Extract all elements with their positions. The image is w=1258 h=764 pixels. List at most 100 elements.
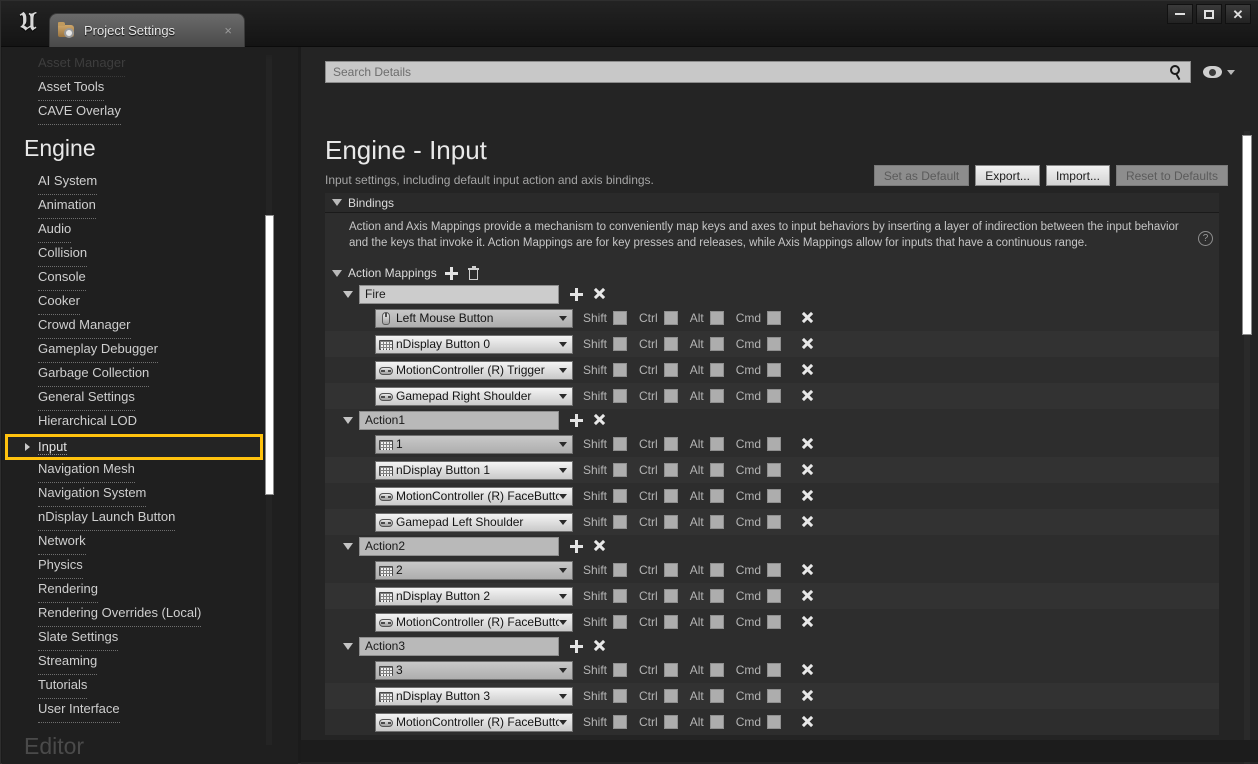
remove-key-binding-icon[interactable] [801,438,813,450]
delete-all-mappings-icon[interactable] [467,265,479,280]
modifier-checkbox-ctrl[interactable] [663,437,678,451]
sidebar-item-navigation-mesh[interactable]: Navigation Mesh [38,461,135,483]
chevron-down-icon[interactable] [559,693,567,699]
chevron-right-icon[interactable] [25,443,30,451]
sidebar-item-collision[interactable]: Collision [38,245,88,267]
modifier-checkbox-cmd[interactable] [767,311,782,325]
bindings-category-header[interactable]: Bindings [325,193,1219,213]
add-key-binding-icon[interactable] [570,539,583,553]
tab-close-icon[interactable]: × [220,23,236,38]
modifier-checkbox-ctrl[interactable] [663,389,678,403]
add-key-binding-icon[interactable] [570,287,583,301]
modifier-checkbox-ctrl[interactable] [663,463,678,477]
modifier-checkbox-shift[interactable] [613,311,628,325]
key-select[interactable]: MotionController (R) Trigger [375,360,573,380]
add-action-mapping-icon[interactable] [444,266,458,280]
sidebar-item-animation[interactable]: Animation [38,197,96,219]
sidebar-item-rendering-overrides-local[interactable]: Rendering Overrides (Local) [38,605,202,627]
sidebar-item-input[interactable]: Input [5,434,263,460]
import-button[interactable]: Import... [1045,165,1110,186]
expand-triangle-icon[interactable] [332,199,342,206]
modifier-checkbox-shift[interactable] [613,337,628,351]
modifier-checkbox-cmd[interactable] [767,589,782,603]
modifier-checkbox-ctrl[interactable] [663,589,678,603]
sidebar-item-cave-overlay[interactable]: CAVE Overlay [38,103,121,125]
modifier-checkbox-alt[interactable] [709,563,724,577]
key-select[interactable]: Gamepad Right Shoulder [375,386,573,406]
key-select[interactable]: Gamepad Left Shoulder [375,512,573,532]
action-name-input[interactable]: Action1 [359,410,559,430]
modifier-checkbox-cmd[interactable] [767,515,782,529]
details-scrollbar-thumb[interactable] [1242,135,1252,335]
modifier-checkbox-ctrl[interactable] [663,689,678,703]
key-select[interactable]: nDisplay Button 0 [375,334,573,354]
modifier-checkbox-cmd[interactable] [767,363,782,377]
modifier-checkbox-alt[interactable] [709,337,724,351]
modifier-checkbox-shift[interactable] [613,363,628,377]
modifier-checkbox-cmd[interactable] [767,663,782,677]
chevron-down-icon[interactable] [559,719,567,725]
remove-key-binding-icon[interactable] [801,490,813,502]
help-icon[interactable]: ? [1198,231,1213,246]
modifier-checkbox-alt[interactable] [709,463,724,477]
modifier-checkbox-shift[interactable] [613,437,628,451]
sidebar-item-general-settings[interactable]: General Settings [38,389,135,411]
modifier-checkbox-shift[interactable] [613,463,628,477]
modifier-checkbox-ctrl[interactable] [663,563,678,577]
key-select[interactable]: Left Mouse Button [375,308,573,328]
modifier-checkbox-alt[interactable] [709,663,724,677]
modifier-checkbox-ctrl[interactable] [663,663,678,677]
search-icon[interactable] [1168,64,1184,81]
sidebar-item-rendering[interactable]: Rendering [38,581,98,603]
chevron-down-icon[interactable] [559,367,567,373]
chevron-down-icon[interactable] [559,519,567,525]
sidebar-item-gameplay-debugger[interactable]: Gameplay Debugger [38,341,158,363]
expand-triangle-icon[interactable] [343,542,353,550]
modifier-checkbox-alt[interactable] [709,311,724,325]
action-name-input[interactable]: Action3 [359,636,559,656]
export-button[interactable]: Export... [975,165,1040,186]
chevron-down-icon[interactable] [559,441,567,447]
chevron-down-icon[interactable] [559,315,567,321]
sidebar-item-network[interactable]: Network [38,533,86,555]
maximize-button[interactable] [1196,4,1222,24]
modifier-checkbox-cmd[interactable] [767,437,782,451]
modifier-checkbox-shift[interactable] [613,589,628,603]
modifier-checkbox-shift[interactable] [613,663,628,677]
search-input[interactable]: Search Details [325,61,1191,83]
remove-key-binding-icon[interactable] [801,664,813,676]
modifier-checkbox-ctrl[interactable] [663,715,678,729]
add-key-binding-icon[interactable] [570,413,583,427]
sidebar-item-slate-settings[interactable]: Slate Settings [38,629,119,651]
modifier-checkbox-ctrl[interactable] [663,515,678,529]
modifier-checkbox-alt[interactable] [709,589,724,603]
sidebar-item-physics[interactable]: Physics [38,557,83,579]
modifier-checkbox-ctrl[interactable] [663,311,678,325]
remove-key-binding-icon[interactable] [801,616,813,628]
modifier-checkbox-alt[interactable] [709,437,724,451]
remove-key-binding-icon[interactable] [801,516,813,528]
close-button[interactable]: ✕ [1225,4,1251,24]
modifier-checkbox-ctrl[interactable] [663,363,678,377]
remove-action-mapping-icon[interactable] [593,540,605,552]
expand-triangle-icon[interactable] [343,290,353,298]
sidebar-item-audio[interactable]: Audio [38,221,72,243]
chevron-down-icon[interactable] [559,619,567,625]
key-select[interactable]: nDisplay Button 2 [375,586,573,606]
modifier-checkbox-alt[interactable] [709,389,724,403]
chevron-down-icon[interactable] [559,467,567,473]
chevron-down-icon[interactable] [559,493,567,499]
sidebar-item-garbage-collection[interactable]: Garbage Collection [38,365,150,387]
remove-key-binding-icon[interactable] [801,564,813,576]
key-select[interactable]: 3 [375,660,573,680]
modifier-checkbox-cmd[interactable] [767,389,782,403]
modifier-checkbox-cmd[interactable] [767,689,782,703]
action-name-input[interactable]: Fire [359,284,559,304]
modifier-checkbox-ctrl[interactable] [663,489,678,503]
modifier-checkbox-alt[interactable] [709,515,724,529]
modifier-checkbox-alt[interactable] [709,615,724,629]
sidebar-item-console[interactable]: Console [38,269,86,291]
remove-action-mapping-icon[interactable] [593,414,605,426]
chevron-down-icon[interactable] [559,341,567,347]
remove-key-binding-icon[interactable] [801,716,813,728]
